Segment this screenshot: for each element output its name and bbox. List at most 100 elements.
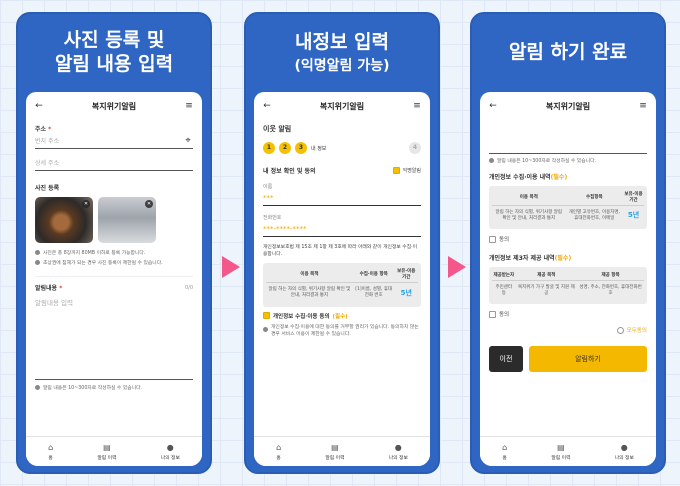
next-arrow-icon [448, 256, 466, 278]
content-textarea[interactable] [489, 124, 647, 154]
panel-heading: 사진 등록 및 알림 내용 입력 [18, 14, 210, 92]
step-2: 2 [279, 142, 291, 154]
third-party-table: 제공받는자 제공 목적 제공 항목 주민센터 등 복지위기 가구 발굴 및 지원… [489, 267, 647, 305]
heading-line2: 알림 내용 입력 [54, 53, 174, 75]
anonymous-toggle[interactable]: 익명알림 [392, 167, 421, 174]
person-icon: ● [166, 442, 174, 452]
table-header: 제공 항목 [577, 270, 644, 282]
address-placeholder: 번지 주소 [35, 138, 59, 145]
agree-all-checkbox[interactable]: 모두동의 [489, 326, 647, 334]
content-placeholder: 알림내용 입력 [35, 299, 73, 307]
app-title: 복지위기알림 [91, 101, 137, 111]
document-icon: ▤ [557, 442, 565, 452]
nav-history[interactable]: ▤ 알림 이력 [325, 443, 344, 461]
phone-screen: ← 복지위기알림 ≡ 주소 * 번지 주소 ⌖ 상세 주소 사진 등록 ✕ ✕ … [26, 92, 202, 466]
info-icon [35, 260, 40, 265]
consent-note: 개인정보 수집·이용에 대한 동의를 거부할 권리가 있습니다. 동의하지 않는… [263, 323, 421, 337]
remove-photo-icon[interactable]: ✕ [145, 200, 153, 208]
table-header: 보유·이용 기간 [394, 266, 418, 284]
nav-myinfo[interactable]: ● 나의 정보 [389, 443, 408, 461]
heading-line1: 사진 등록 및 [63, 29, 165, 52]
phone-input[interactable]: ***-****-**** [263, 221, 421, 237]
panel-heading: 내정보 입력 (익명알림 가능) [246, 14, 438, 92]
document-icon: ▤ [103, 442, 111, 452]
info-icon [35, 385, 40, 390]
table-header: 보유·이용 기간 [623, 189, 644, 206]
phone-label: 전화번호 [263, 215, 282, 221]
document-icon: ▤ [331, 442, 339, 452]
agree-third-checkbox[interactable]: 동의 [489, 310, 647, 318]
home-icon: ⌂ [48, 442, 54, 452]
photo-note: 초상권에 침해가 되는 경우 사진 등록이 제한될 수 있습니다. [35, 259, 193, 266]
nav-history[interactable]: ▤ 알림 이력 [97, 443, 116, 461]
nav-home[interactable]: ⌂ 홈 [276, 443, 281, 461]
table-header: 제공 목적 [515, 270, 578, 282]
consent-checkbox[interactable]: 개인정보 수집·이용 동의 (필수) [263, 312, 421, 320]
nav-myinfo[interactable]: ● 나의 정보 [615, 443, 634, 461]
remove-photo-icon[interactable]: ✕ [82, 200, 90, 208]
address-input[interactable]: 번지 주소 ⌖ [35, 133, 193, 149]
bottom-nav: ⌂ 홈 ▤ 알림 이력 ● 나의 정보 [26, 436, 202, 466]
step-label: 내 정보 [311, 145, 327, 152]
back-arrow-icon[interactable]: ← [262, 101, 272, 111]
step-3: 3 [295, 142, 307, 154]
content-note: 알림 내용은 10~300자로 작성하실 수 있습니다. [35, 384, 193, 391]
info-icon [35, 250, 40, 255]
photo-list: ✕ ✕ [35, 197, 193, 243]
address-label: 주소 * [35, 126, 52, 133]
detail-placeholder: 상세 주소 [35, 160, 59, 167]
panel-heading: 알림 하기 완료 [472, 14, 664, 92]
bottom-nav: ⌂ 홈 ▤ 알림 이력 ● 나의 정보 [480, 436, 656, 466]
nav-home[interactable]: ⌂ 홈 [48, 443, 53, 461]
heading-line1: 알림 하기 완료 [508, 41, 628, 64]
nav-home[interactable]: ⌂ 홈 [502, 443, 507, 461]
photo-label: 사진 등록 [35, 185, 60, 192]
submit-button[interactable]: 알림하기 [529, 346, 647, 373]
menu-icon[interactable]: ≡ [412, 101, 422, 111]
info-icon [263, 327, 268, 333]
table-header: 수집항목 [565, 189, 624, 206]
nav-myinfo[interactable]: ● 나의 정보 [161, 443, 180, 461]
checkbox-icon [489, 235, 496, 243]
content-label: 알림내용 * [35, 285, 63, 292]
content-textarea[interactable]: 알림내용 입력 [35, 297, 193, 379]
collect-title: 개인정보 수집·이용 내역(필수) [489, 174, 568, 181]
phone-screen: ← 복지위기알림 ≡ 이웃 알림 1 2 3 내 정보 4 내 정보 확인 및 … [254, 92, 430, 466]
table-header: 이용 목적 [492, 189, 566, 206]
menu-icon[interactable]: ≡ [184, 101, 194, 111]
back-arrow-icon[interactable]: ← [34, 101, 44, 111]
location-target-icon[interactable]: ⌖ [183, 136, 193, 146]
table-header: 수집·이용 항목 [352, 266, 395, 284]
info-icon [489, 158, 494, 163]
app-title: 복지위기알림 [545, 101, 591, 111]
table-header: 제공받는자 [492, 270, 516, 282]
name-input[interactable]: *** [263, 190, 421, 206]
content-counter: 0/0 [184, 284, 193, 291]
detail-address-input[interactable]: 상세 주소 [35, 155, 193, 171]
home-icon: ⌂ [502, 442, 508, 452]
app-bar: ← 복지위기알림 ≡ [26, 92, 202, 120]
action-buttons: 이전 알림하기 [489, 346, 647, 373]
next-arrow-icon [222, 256, 240, 278]
heading-line2: (익명알림 가능) [294, 57, 390, 74]
app-bar: ← 복지위기알림 ≡ [480, 92, 656, 120]
phone-screen: ← 복지위기알림 ≡ 알림 내용은 10~300자로 작성하실 수 있습니다. … [480, 92, 656, 466]
content-note: 알림 내용은 10~300자로 작성하실 수 있습니다. [489, 157, 647, 164]
third-party-title: 개인정보 제3자 제공 내역(필수) [489, 255, 572, 263]
info-title: 내 정보 확인 및 동의 [263, 168, 316, 175]
menu-icon[interactable]: ≡ [638, 101, 648, 111]
step-4: 4 [409, 142, 421, 154]
photo-thumbnail[interactable]: ✕ [98, 197, 156, 243]
table-row: 알림 하는 자의 식별, 위기사항 알림 확인 및 안내, 처리결과 통지 개인… [495, 210, 640, 222]
prev-button[interactable]: 이전 [489, 346, 523, 373]
photo-thumbnail[interactable]: ✕ [35, 197, 93, 243]
nav-history[interactable]: ▤ 알림 이력 [551, 443, 570, 461]
agree-collect-checkbox[interactable]: 동의 [489, 235, 647, 243]
table-row: 알림 하는 자의 식별, 위기사항 알림 확인 및 안내, 처리결과 통지 [1… [268, 287, 412, 299]
consent-text: 개인정보보호법 제 15조 제 1항 제 3호에 따라 아래와 같이 개인정보 … [263, 245, 418, 257]
back-arrow-icon[interactable]: ← [488, 101, 498, 111]
home-icon: ⌂ [276, 442, 282, 452]
checkbox-checked-icon [263, 312, 270, 320]
collect-table: 이용 목적 수집항목 보유·이용 기간 알림 하는 자의 식별, 위기사항 알림… [489, 186, 647, 230]
table-row: 주민센터 등 복지위기 가구 발굴 및 지원 제공 성명, 주소, 전화번호, … [495, 285, 642, 297]
